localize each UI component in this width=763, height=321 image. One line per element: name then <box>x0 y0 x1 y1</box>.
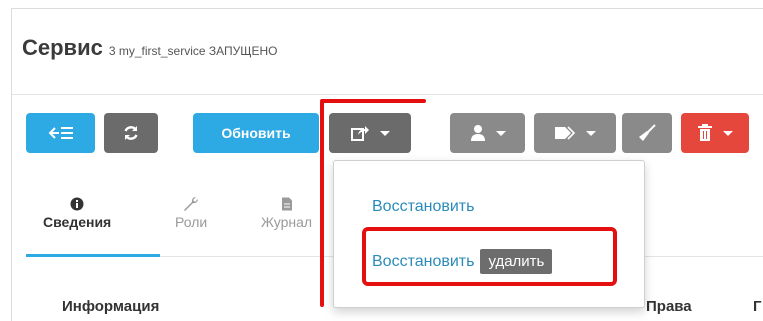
partial-column-heading: Г <box>753 298 762 315</box>
wrench-icon <box>184 196 199 211</box>
annotation-line-vertical <box>320 101 324 307</box>
back-list-icon <box>48 127 73 139</box>
share-dropdown-button[interactable] <box>329 113 411 153</box>
refresh-button[interactable] <box>104 113 158 153</box>
tab-details[interactable]: Сведения <box>43 196 111 230</box>
share-icon <box>351 126 369 141</box>
annotation-highlight-box <box>362 227 617 286</box>
info-section-heading: Информация <box>62 298 160 315</box>
user-dropdown-button[interactable] <box>450 113 525 153</box>
tab-label: Роли <box>175 214 208 230</box>
active-tab-indicator <box>26 254 160 257</box>
rights-column-heading: Права <box>646 298 692 315</box>
tag-dropdown-button[interactable] <box>534 113 616 153</box>
delete-dropdown-button[interactable] <box>681 113 749 153</box>
page-title: Сервис <box>22 35 103 60</box>
refresh-icon <box>124 126 138 140</box>
tab-label: Сведения <box>43 214 112 230</box>
page-subtitle: 3 my_first_service ЗАПУЩЕНО <box>108 44 278 58</box>
update-button[interactable]: Обновить <box>193 113 319 153</box>
back-to-list-button[interactable] <box>26 113 95 153</box>
broom-icon <box>639 124 656 141</box>
tab-journal[interactable]: Журнал <box>261 196 312 230</box>
chevron-down-icon <box>380 130 390 136</box>
tag-icon <box>555 126 576 140</box>
chevron-down-icon <box>723 130 733 136</box>
title-divider <box>12 94 763 95</box>
clean-button[interactable] <box>622 113 672 153</box>
user-icon <box>470 125 485 141</box>
tab-label: Журнал <box>261 214 313 230</box>
trash-icon <box>698 124 712 141</box>
menu-item-restore[interactable]: Восстановить <box>372 198 474 216</box>
info-icon <box>70 197 84 211</box>
chevron-down-icon <box>586 130 596 136</box>
file-icon <box>281 197 292 211</box>
chevron-down-icon <box>495 130 506 136</box>
page-title-row: Сервис 3 my_first_service ЗАПУЩЕНО <box>22 35 278 61</box>
tab-roles[interactable]: Роли <box>175 196 207 230</box>
annotation-line-top <box>320 99 426 103</box>
